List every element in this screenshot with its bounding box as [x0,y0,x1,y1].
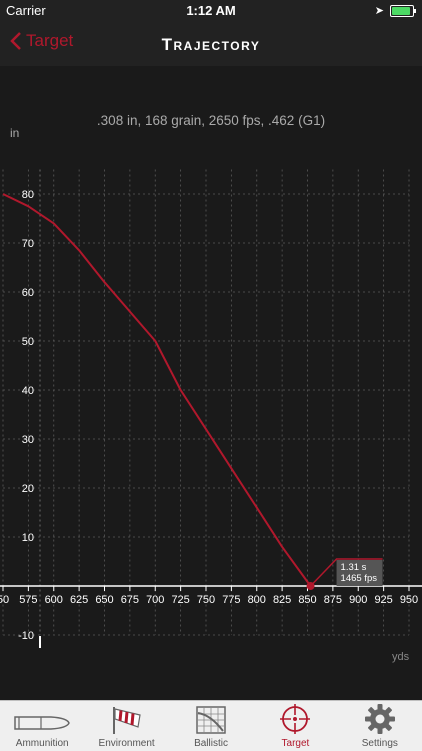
tab-bar: Ammunition Environment Ballistic Target [0,700,422,751]
tab-settings[interactable]: Settings [338,701,422,751]
bullet-icon [14,716,71,730]
trajectory-chart[interactable]: .308 in, 168 grain, 2650 fps, .462 (G1) … [0,66,422,700]
clock: 1:12 AM [186,3,236,18]
tab-label: Target [281,738,310,749]
y-tick-label: 60 [22,287,34,299]
windsock-icon [112,707,141,734]
chart-title: .308 in, 168 grain, 2650 fps, .462 (G1) [97,113,325,128]
y-tick-label: 10 [22,532,34,544]
y-tick-label: -10 [18,630,34,642]
y-tick-label: 80 [22,189,34,201]
x-tick-label: 600 [45,594,63,606]
x-tick-label: 925 [374,594,392,606]
y-tick-label: 40 [22,385,34,397]
status-indicators: ➤ [374,4,416,17]
x-tick-label: 650 [95,594,113,606]
battery-icon [390,4,416,17]
page-title: Trajectory [161,35,261,54]
gear-icon [364,704,395,734]
x-tick-label: 575 [19,594,37,606]
trajectory-chart-svg: .308 in, 168 grain, 2650 fps, .462 (G1) … [0,113,422,663]
x-tick-label: 775 [222,594,240,606]
x-tick-label: 50 [0,594,9,606]
tab-ammunition[interactable]: Ammunition [0,701,84,751]
x-tick-label: 950 [400,594,418,606]
status-bar: Carrier 1:12 AM ➤ [0,0,422,22]
tab-label: Ballistic [194,738,228,749]
y-axis-label: in [10,126,19,140]
x-tick-label: 725 [171,594,189,606]
y-tick-label: 70 [22,238,34,250]
x-tick-label: 875 [324,594,342,606]
x-tick-label: 675 [121,594,139,606]
y-tick-label: 30 [22,434,34,446]
tab-target[interactable]: Target [253,701,337,751]
tab-environment[interactable]: Environment [84,701,168,751]
location-icon: ➤ [374,5,384,17]
tab-label: Environment [98,738,155,749]
x-tick-label: 900 [349,594,367,606]
y-tick-label: 50 [22,336,34,348]
marker-time: 1.31 s [341,562,367,573]
marker-velocity: 1465 fps [341,573,378,584]
x-tick-label: 625 [70,594,88,606]
x-tick-label: 750 [197,594,215,606]
tab-ballistic[interactable]: Ballistic [169,701,253,751]
tab-label: Settings [361,738,398,749]
crosshair-icon [280,704,311,734]
x-tick-label: 800 [248,594,266,606]
x-tick-label: 850 [298,594,316,606]
navigation-bar: Target Trajectory [0,22,422,66]
x-tick-label: 700 [146,594,164,606]
x-axis-label: yds [392,651,410,663]
y-tick-label: 20 [22,483,34,495]
ballistic-chart-icon [196,706,226,734]
tab-label: Ammunition [15,738,69,749]
x-tick-label: 825 [273,594,291,606]
